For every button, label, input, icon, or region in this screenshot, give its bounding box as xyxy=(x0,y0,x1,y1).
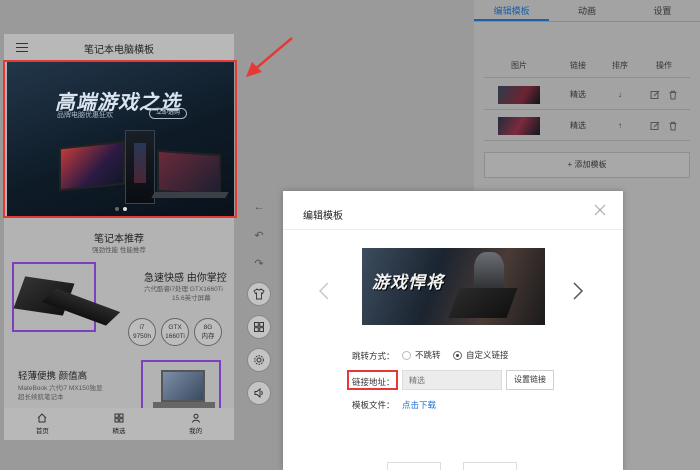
slide-thumbnail[interactable] xyxy=(498,116,540,135)
product-image-gaming-laptop[interactable] xyxy=(12,262,121,332)
download-link[interactable]: 点击下载 xyxy=(402,399,436,411)
edit-template-dialog: 编辑模板 游戏悍将 跳转方式： 不跳转 自定义链接 链接地址： 设置链接 模板文… xyxy=(283,191,623,470)
column-header-link: 链接 xyxy=(570,61,586,70)
radio-button[interactable] xyxy=(402,350,411,360)
product-spec: 15.6英寸屏幕 xyxy=(172,295,211,302)
row-link: 精选 xyxy=(570,121,586,130)
dialog-divider xyxy=(283,229,623,230)
table-row: 精选 ↓ xyxy=(484,80,690,110)
jump-mode-label: 跳转方式： xyxy=(352,351,395,361)
link-address-input[interactable] xyxy=(402,370,502,390)
slide-preview-image: 游戏悍将 xyxy=(362,248,545,325)
panel-tabs: 编辑模板 动画 设置 xyxy=(474,0,700,22)
character-graphic xyxy=(474,252,504,292)
column-header-sort: 排序 xyxy=(612,61,628,70)
tab-mine[interactable]: 我的 xyxy=(189,413,202,435)
spec-badge-gpu: GTX 1660Ti xyxy=(161,318,189,346)
chevron-right-icon[interactable] xyxy=(572,281,584,301)
tab-home[interactable]: 首页 xyxy=(36,413,49,435)
spec-badges: i7 9750h GTX 1660Ti 8G 内存 xyxy=(128,318,222,346)
column-header-ops: 操作 xyxy=(656,61,672,70)
shirt-icon[interactable] xyxy=(247,282,271,306)
phone-tabbar: 首页 精选 我的 xyxy=(4,408,234,440)
radio-no-jump[interactable]: 不跳转 xyxy=(402,349,441,361)
table-row: 精选 ↑ xyxy=(484,111,690,141)
speaker-icon[interactable] xyxy=(247,381,271,405)
slide-headline: 游戏悍将 xyxy=(372,273,444,292)
tab-picks[interactable]: 精选 xyxy=(112,413,125,435)
column-header-image: 图片 xyxy=(511,61,527,70)
phone-title: 笔记本电脑横板 xyxy=(84,45,154,56)
spec-badge-cpu: i7 9750h xyxy=(128,318,156,346)
laptop-screen-graphic xyxy=(161,370,205,402)
user-icon xyxy=(191,413,200,423)
banner-selection-outline xyxy=(3,60,237,218)
row-link: 精选 xyxy=(570,90,586,99)
tab-animation[interactable]: 动画 xyxy=(549,0,624,21)
product-title: 轻薄便携 颜值高 xyxy=(18,371,88,382)
annotation-arrow-icon xyxy=(246,37,293,77)
radio-custom-link[interactable]: 自定义链接 xyxy=(453,349,509,361)
dialog-title: 编辑模板 xyxy=(303,211,343,222)
grid-icon xyxy=(114,413,124,423)
gear-icon[interactable] xyxy=(247,348,271,372)
sort-down-icon[interactable]: ↓ xyxy=(602,90,638,99)
chevron-left-icon[interactable] xyxy=(318,281,330,301)
set-link-button[interactable]: 设置链接 xyxy=(506,370,554,390)
edit-icon[interactable] xyxy=(650,90,660,100)
trash-icon[interactable] xyxy=(668,121,678,131)
link-address-label: 链接地址： xyxy=(352,377,395,387)
grid-icon[interactable] xyxy=(247,315,271,339)
sort-up-icon[interactable]: ↑ xyxy=(602,121,638,130)
product-spec: 超长续航笔记本 xyxy=(18,394,64,401)
slide-thumbnail[interactable] xyxy=(498,85,540,104)
trash-icon[interactable] xyxy=(668,90,678,100)
arrow-left-icon[interactable]: ← xyxy=(250,198,268,216)
product-title: 急速快感 由你掌控 xyxy=(144,273,227,284)
undo-icon[interactable]: ↶ xyxy=(250,226,268,244)
redo-icon[interactable]: ↷ xyxy=(250,254,268,272)
phone-header: 笔记本电脑横板 xyxy=(4,34,234,60)
tab-edit-template[interactable]: 编辑模板 xyxy=(474,0,550,21)
radio-button-selected[interactable] xyxy=(453,350,462,360)
template-file-label: 模板文件： xyxy=(352,400,395,410)
close-icon[interactable] xyxy=(593,203,607,217)
table-header: 图片 链接 排序 操作 xyxy=(484,54,690,78)
edit-icon[interactable] xyxy=(650,121,660,131)
section-subtitle: 强劲性能 性能推荐 xyxy=(92,247,146,254)
confirm-button[interactable] xyxy=(463,462,517,470)
home-icon xyxy=(37,413,47,423)
editor-toolbar: ← ↶ ↷ xyxy=(247,198,271,414)
section-title: 笔记本推荐 xyxy=(94,234,144,245)
laptop-graphic xyxy=(448,288,518,318)
cancel-button[interactable] xyxy=(387,462,441,470)
add-template-button[interactable]: + 添加模板 xyxy=(484,152,690,178)
spec-badge-memory: 8G 内存 xyxy=(194,318,222,346)
tab-settings[interactable]: 设置 xyxy=(625,0,700,21)
